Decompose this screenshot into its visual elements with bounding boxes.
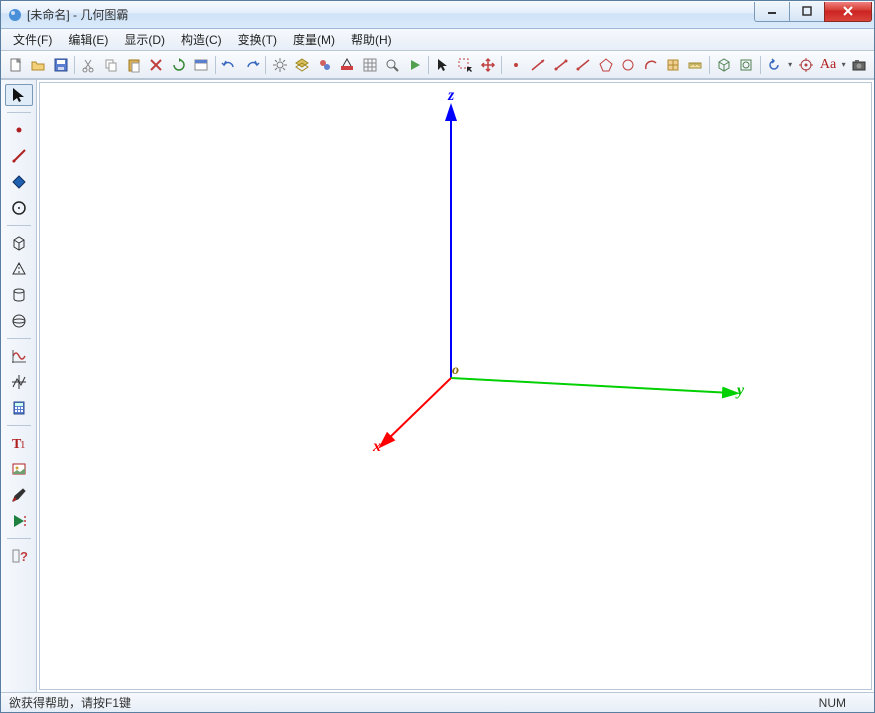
- title-bar: [未命名] - 几何图霸: [1, 1, 874, 29]
- new-file-button[interactable]: [5, 54, 26, 76]
- style-button[interactable]: [314, 54, 335, 76]
- workspace: T1 ? z y x o: [1, 79, 874, 692]
- target-button[interactable]: [795, 54, 816, 76]
- view-3d-button[interactable]: [713, 54, 734, 76]
- properties-button[interactable]: [190, 54, 211, 76]
- drawing-canvas[interactable]: z y x o: [39, 82, 872, 690]
- pan-button[interactable]: [477, 54, 498, 76]
- segment-tool-button[interactable]: [550, 54, 571, 76]
- minimize-button[interactable]: [754, 2, 790, 22]
- toolbar-separator: [501, 56, 502, 74]
- palette-pen-tool[interactable]: [5, 484, 33, 506]
- window-controls: [755, 2, 872, 22]
- refresh-button[interactable]: [168, 54, 189, 76]
- palette-point-tool[interactable]: [5, 119, 33, 141]
- svg-text:?: ?: [20, 549, 28, 564]
- toolbar-separator: [709, 56, 710, 74]
- palette-separator: [7, 225, 31, 226]
- window-title: [未命名] - 几何图霸: [27, 6, 755, 23]
- menu-transform[interactable]: 变换(T): [230, 29, 285, 50]
- axis-label-origin: o: [452, 363, 459, 379]
- app-icon: [7, 7, 23, 23]
- menu-help[interactable]: 帮助(H): [343, 29, 400, 50]
- palette-separator: [7, 538, 31, 539]
- animate-button[interactable]: [404, 54, 425, 76]
- menu-display[interactable]: 显示(D): [116, 29, 173, 50]
- snap-button[interactable]: [662, 54, 683, 76]
- rotate-left-button[interactable]: [764, 54, 785, 76]
- palette-help-tool[interactable]: ?: [5, 545, 33, 567]
- save-file-button[interactable]: [50, 54, 71, 76]
- toolbar-separator: [760, 56, 761, 74]
- point-tool-button[interactable]: [505, 54, 526, 76]
- settings-button[interactable]: [269, 54, 290, 76]
- open-file-button[interactable]: [27, 54, 48, 76]
- palette-sphere-tool[interactable]: [5, 310, 33, 332]
- maximize-button[interactable]: [789, 2, 825, 22]
- palette-image-tool[interactable]: [5, 458, 33, 480]
- measure-button[interactable]: [685, 54, 706, 76]
- status-help-hint: 欲获得帮助，请按F1键: [9, 694, 131, 711]
- ray-tool-button[interactable]: [573, 54, 594, 76]
- palette-pointer-tool[interactable]: [5, 84, 33, 106]
- toolbar-separator: [74, 56, 75, 74]
- tool-palette: T1 ?: [1, 80, 37, 692]
- toolbar-separator: [428, 56, 429, 74]
- palette-calculator-tool[interactable]: [5, 397, 33, 419]
- circle-tool-button[interactable]: [617, 54, 638, 76]
- palette-animation-tool[interactable]: [5, 510, 33, 532]
- select-rect-button[interactable]: [455, 54, 476, 76]
- palette-separator: [7, 425, 31, 426]
- menu-measure[interactable]: 度量(M): [285, 29, 343, 50]
- menu-bar: 文件(F) 编辑(E) 显示(D) 构造(C) 变换(T) 度量(M) 帮助(H…: [1, 29, 874, 51]
- palette-text-tool[interactable]: T1: [5, 432, 33, 454]
- palette-separator: [7, 338, 31, 339]
- palette-graph-tool[interactable]: [5, 371, 33, 393]
- copy-button[interactable]: [101, 54, 122, 76]
- color-button[interactable]: [337, 54, 358, 76]
- cut-button[interactable]: [78, 54, 99, 76]
- palette-polygon-tool[interactable]: [5, 171, 33, 193]
- camera-button[interactable]: [849, 54, 870, 76]
- status-numlock: NUM: [819, 696, 846, 710]
- menu-file[interactable]: 文件(F): [5, 29, 60, 50]
- palette-separator: [7, 112, 31, 113]
- close-button[interactable]: [824, 2, 872, 22]
- redo-button[interactable]: [241, 54, 262, 76]
- undo-button[interactable]: [219, 54, 240, 76]
- main-toolbar: ▾ Aa ▾: [1, 51, 874, 79]
- palette-line-tool[interactable]: [5, 145, 33, 167]
- menu-edit[interactable]: 编辑(E): [60, 29, 116, 50]
- svg-text:1: 1: [20, 439, 26, 451]
- polygon-tool-button[interactable]: [595, 54, 616, 76]
- text-style-dropdown[interactable]: ▾: [840, 54, 848, 76]
- status-bar: 欲获得帮助，请按F1键 NUM: [1, 692, 874, 712]
- pointer-tool-button[interactable]: [432, 54, 453, 76]
- axis-label-z: z: [448, 87, 454, 105]
- delete-button[interactable]: [145, 54, 166, 76]
- palette-function-tool[interactable]: [5, 345, 33, 367]
- grid-button[interactable]: [359, 54, 380, 76]
- rotate-dropdown[interactable]: ▾: [786, 54, 794, 76]
- axis-label-y: y: [737, 382, 744, 400]
- palette-cube-tool[interactable]: [5, 232, 33, 254]
- paste-button[interactable]: [123, 54, 144, 76]
- menu-construct[interactable]: 构造(C): [173, 29, 230, 50]
- toolbar-separator: [215, 56, 216, 74]
- line-tool-button[interactable]: [528, 54, 549, 76]
- zoom-button[interactable]: [381, 54, 402, 76]
- toolbar-separator: [265, 56, 266, 74]
- view-front-button[interactable]: [735, 54, 756, 76]
- layer-button[interactable]: [292, 54, 313, 76]
- axis-label-x: x: [373, 438, 381, 456]
- arc-tool-button[interactable]: [640, 54, 661, 76]
- text-style-button[interactable]: Aa: [817, 54, 838, 76]
- palette-circle-tool[interactable]: [5, 197, 33, 219]
- palette-pyramid-tool[interactable]: [5, 258, 33, 280]
- palette-prism-tool[interactable]: [5, 284, 33, 306]
